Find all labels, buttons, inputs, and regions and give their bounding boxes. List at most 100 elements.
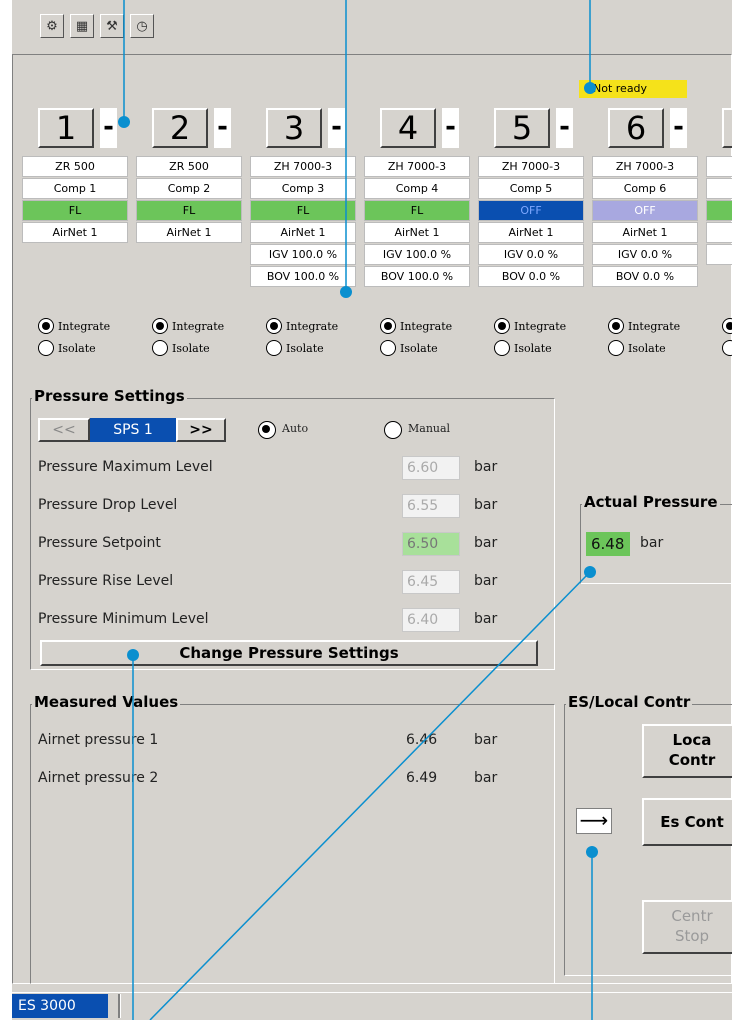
compressor-model: ZH 7000-3 [478, 156, 584, 177]
compressor-model: ZH 7000-3 [364, 156, 470, 177]
pressure-setting-label: Pressure Maximum Level [38, 459, 213, 475]
compressor-name: Comp 2 [136, 178, 242, 199]
compressor-model: ZR 500 [136, 156, 242, 177]
compressor-airnet: AirNet 1 [250, 222, 356, 243]
manual-label: Manual [408, 422, 451, 435]
integrate-radio[interactable] [494, 318, 510, 334]
compressor-number-button[interactable]: 2 [152, 108, 208, 148]
integrate-label: Integrate [400, 320, 453, 333]
previous-sps-button[interactable]: << [38, 418, 90, 442]
compressor-bov: BOV 0.0 % [592, 266, 698, 287]
clock-icon[interactable]: ◷ [130, 14, 154, 38]
pressure-setting-label: Pressure Minimum Level [38, 611, 209, 627]
compressor-igv: IGV 0.0 % [478, 244, 584, 265]
change-pressure-settings-button[interactable]: Change Pressure Settings [40, 640, 538, 666]
measured-values-title: Measured Values [32, 693, 181, 711]
compressor-airnet: AirNet 1 [364, 222, 470, 243]
taskbar-es3000-button[interactable]: ES 3000 [12, 994, 108, 1018]
integrate-radio[interactable] [38, 318, 54, 334]
isolate-radio[interactable] [38, 340, 54, 356]
local-control-button[interactable]: Loca Contr [642, 724, 732, 778]
integrate-radio[interactable] [152, 318, 168, 334]
central-stop-label-1: Centr [671, 907, 713, 925]
pressure-setting-unit: bar [474, 535, 498, 551]
isolate-radio[interactable] [722, 340, 732, 356]
isolate-radio[interactable] [608, 340, 624, 356]
measured-value-unit: bar [474, 732, 498, 748]
isolate-label: Isolate [286, 342, 324, 355]
sps-selector[interactable]: SPS 1 [90, 418, 176, 442]
compressor-airnet: AirNet 1 [136, 222, 242, 243]
actual-pressure-value: 6.48 [586, 532, 630, 556]
pressure-setting-value: 6.55 [402, 494, 460, 518]
compressor-state: OFF [592, 200, 698, 221]
integrate-radio[interactable] [380, 318, 396, 334]
compressor-name: Co [706, 178, 732, 199]
compressor-number-button[interactable]: 7 [722, 108, 732, 148]
compressor-airnet: AirNet 1 [22, 222, 128, 243]
compressor-igv: IGV 0.0 % [592, 244, 698, 265]
measured-value: 6.46 [406, 732, 438, 748]
isolate-label: Isolate [514, 342, 552, 355]
taskbar-divider [118, 994, 121, 1018]
compressor-state: FL [250, 200, 356, 221]
local-control-label-2: Contr [668, 751, 716, 769]
central-stop-label-2: Stop [674, 927, 710, 945]
integrate-radio[interactable] [608, 318, 624, 334]
isolate-radio[interactable] [380, 340, 396, 356]
integrate-radio[interactable] [266, 318, 282, 334]
compressor-state [706, 200, 732, 221]
callout-dot [584, 82, 596, 94]
compressor-airnet: AirNet 1 [592, 222, 698, 243]
measured-value-unit: bar [474, 770, 498, 786]
central-stop-button[interactable]: Centr Stop [642, 900, 732, 954]
pressure-setting-value: 6.50 [402, 532, 460, 556]
manual-radio[interactable] [384, 421, 402, 439]
compressor-state: FL [136, 200, 242, 221]
integrate-radio[interactable] [722, 318, 732, 334]
local-control-label-1: Loca [672, 731, 712, 749]
pressure-setting-unit: bar [474, 573, 498, 589]
isolate-radio[interactable] [266, 340, 282, 356]
isolate-label: Isolate [400, 342, 438, 355]
compressor-dash: - [556, 108, 573, 148]
compressor-name: Comp 1 [22, 178, 128, 199]
pressure-setting-label: Pressure Rise Level [38, 573, 174, 589]
measured-value-label: Airnet pressure 1 [38, 732, 159, 748]
arrow-right-icon: ⟶ [576, 808, 612, 834]
next-sps-button[interactable]: >> [176, 418, 226, 442]
es-local-control-title: ES/Local Contr [566, 693, 693, 711]
isolate-label: Isolate [58, 342, 96, 355]
grid-icon[interactable]: ▦ [70, 14, 94, 38]
compressor-dash: - [670, 108, 687, 148]
compressor-number-button[interactable]: 1 [38, 108, 94, 148]
compressor-model: ZH 7000-3 [592, 156, 698, 177]
wrench-icon[interactable]: ⚒ [100, 14, 124, 38]
pressure-setting-unit: bar [474, 459, 498, 475]
isolate-radio[interactable] [152, 340, 168, 356]
isolate-radio[interactable] [494, 340, 510, 356]
callout-dot [118, 116, 130, 128]
compressor-dash: - [328, 108, 345, 148]
compressor-number-button[interactable]: 5 [494, 108, 550, 148]
compressor-name: Comp 5 [478, 178, 584, 199]
es3000-screen: ⚙ ▦ ⚒ ◷ Not ready 1- ZR 500 Comp 1 FL AirNet… [12, 0, 732, 1020]
compressor-model: ZR 5 [706, 156, 732, 177]
pressure-setting-label: Pressure Drop Level [38, 497, 178, 513]
integrate-label: Integrate [628, 320, 681, 333]
compressor-bov: BOV 0.0 % [478, 266, 584, 287]
callout-dot [340, 286, 352, 298]
pressure-setting-value: 6.60 [402, 456, 460, 480]
compressor-dash: - [214, 108, 231, 148]
compressor-number-button[interactable]: 6 [608, 108, 664, 148]
compressor-name: Comp 3 [250, 178, 356, 199]
compressor-number-button[interactable]: 4 [380, 108, 436, 148]
compressor-state: FL [22, 200, 128, 221]
es-control-button[interactable]: Es Cont [642, 798, 732, 846]
compressor-number-button[interactable]: 3 [266, 108, 322, 148]
pressure-setting-unit: bar [474, 611, 498, 627]
isolate-label: Isolate [172, 342, 210, 355]
compressor-igv: IGV 100.0 % [364, 244, 470, 265]
compressor-icon[interactable]: ⚙ [40, 14, 64, 38]
auto-radio[interactable] [258, 421, 276, 439]
